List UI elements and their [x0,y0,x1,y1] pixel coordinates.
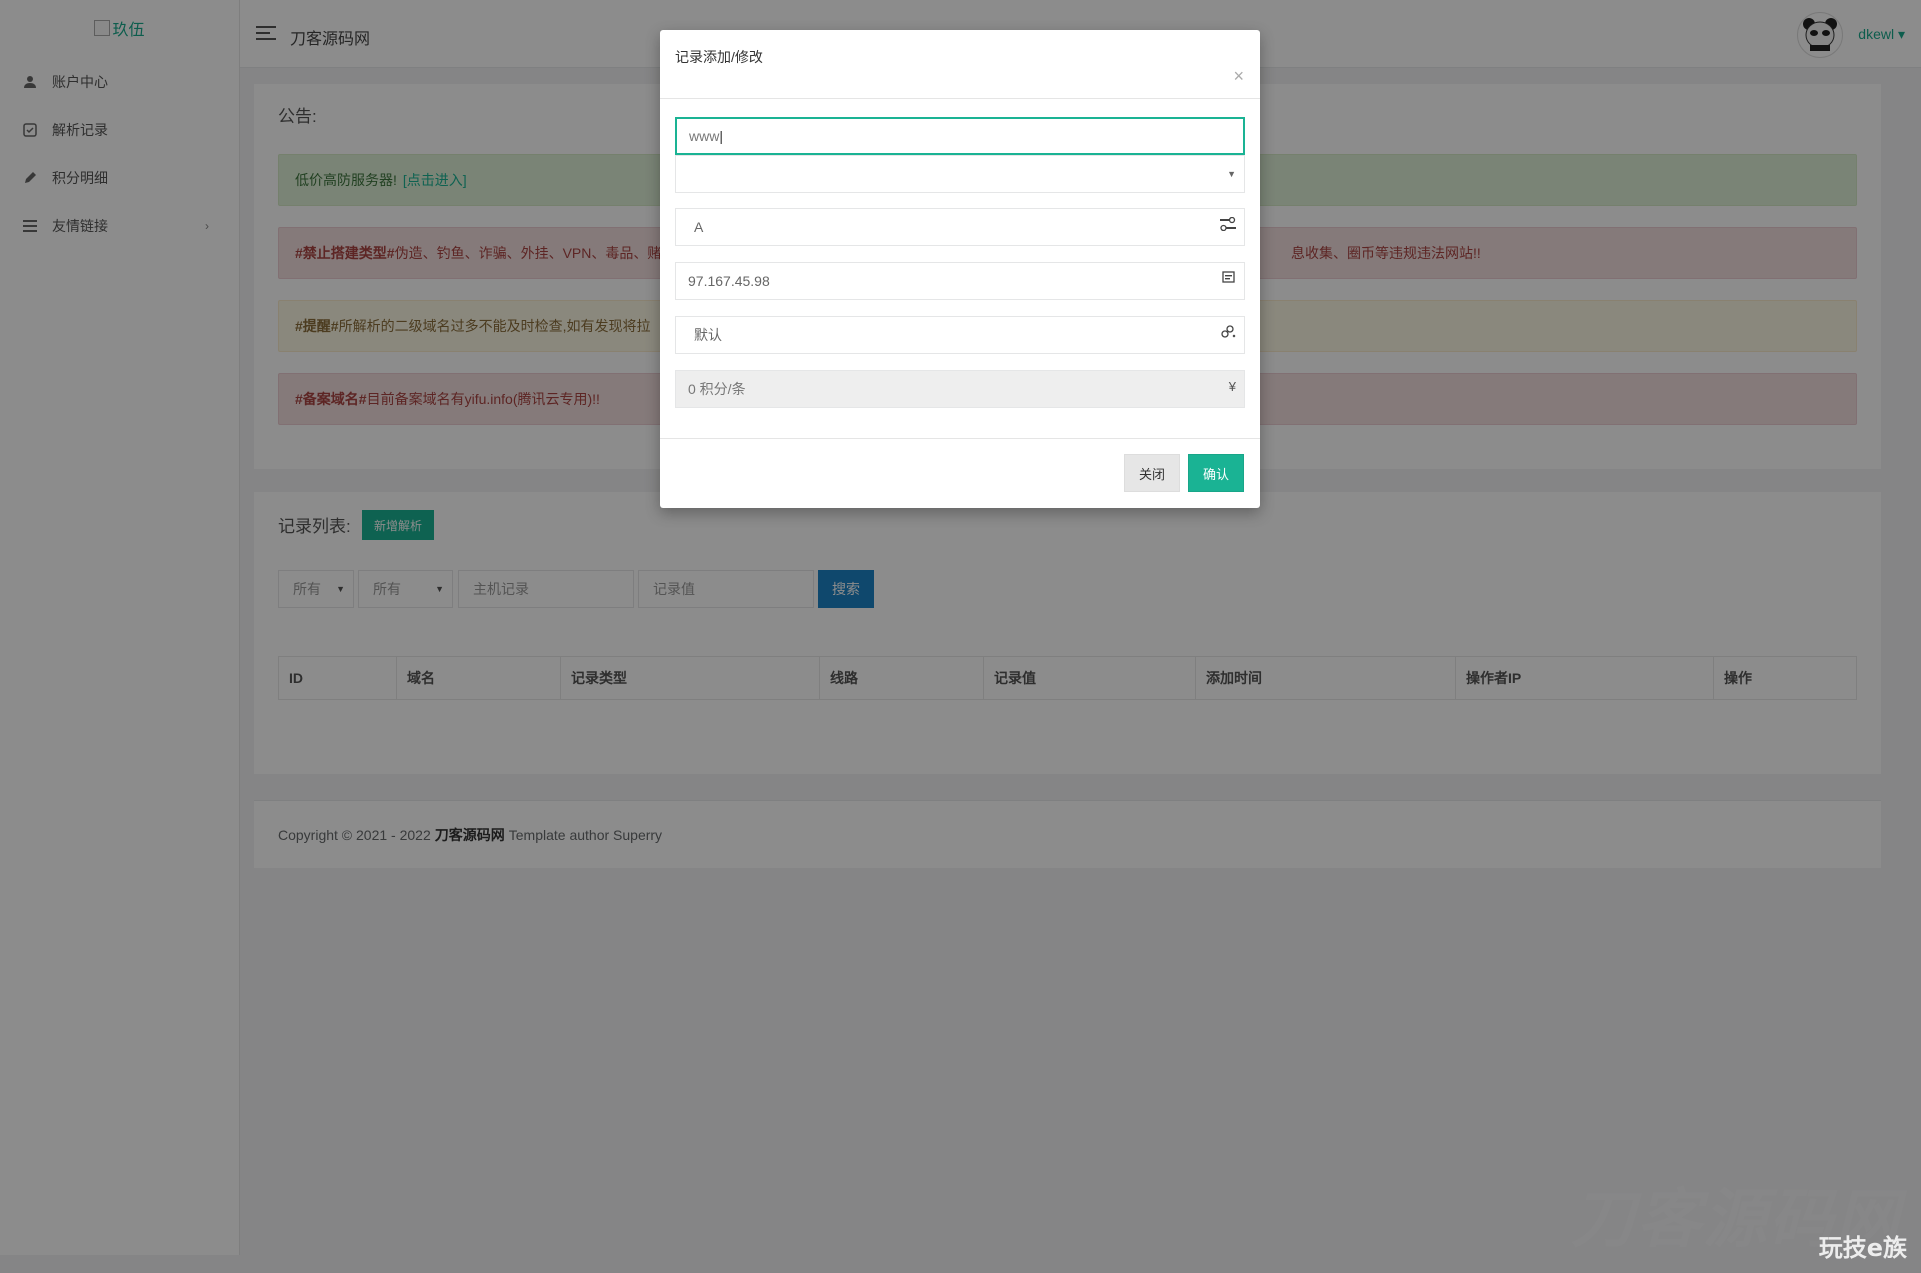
divider [660,438,1260,439]
cost-display-field: 0 积分/条 ¥ [675,370,1245,408]
record-type-select[interactable]: A [675,208,1245,246]
close-icon[interactable]: × [1233,66,1244,87]
filter-settings-icon [1220,216,1236,234]
watermark-small: 玩技e族 [1818,1234,1907,1262]
caret-down-icon: ▼ [1227,169,1236,179]
host-record-value: www [689,128,720,144]
line-select[interactable]: 默认 [675,316,1245,354]
domain-select[interactable]: ▼ [675,155,1245,193]
cost-value: 0 积分/条 [688,381,746,397]
record-value-input[interactable]: 97.167.45.98 [675,262,1245,300]
line-select-value: 默认 [694,327,722,343]
host-record-input[interactable]: www | [675,117,1245,155]
record-type-value: A [694,219,704,235]
divider [660,98,1260,99]
record-edit-modal: 记录添加/修改 × www | ▼ A 97.167.45.98 默认 0 积分/… [660,30,1260,508]
confirm-button[interactable]: 确认 [1188,454,1244,492]
yen-icon: ¥ [1228,379,1236,394]
close-button[interactable]: 关闭 [1124,454,1180,492]
record-value-text: 97.167.45.98 [688,273,770,289]
link-icon [1220,325,1236,342]
edit-note-icon [1222,271,1236,288]
modal-title: 记录添加/修改 [675,49,763,65]
